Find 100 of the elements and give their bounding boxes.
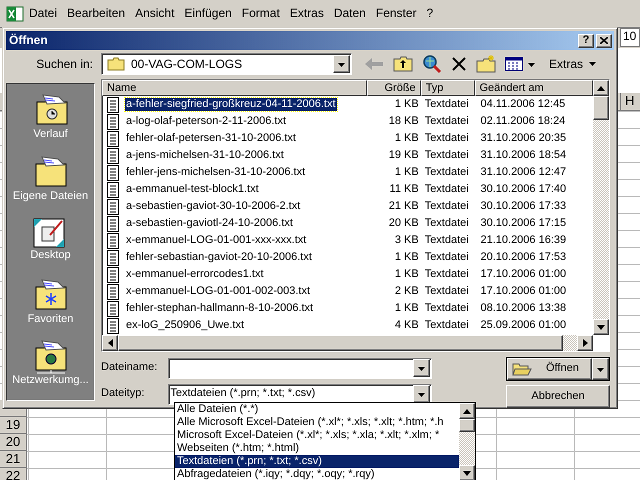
look-in-dropdown[interactable]: 00-VAG-COM-LOGS <box>101 53 352 75</box>
open-button[interactable]: Öffnen <box>507 358 592 380</box>
file-size: 18 KB <box>388 114 420 128</box>
filetype-dropdown[interactable]: Textdateien (*.prn; *.txt; *.csv) <box>168 384 432 404</box>
place-button[interactable]: Eigene Dateien <box>12 154 88 216</box>
folder-icon <box>107 57 125 71</box>
file-size: 11 KB <box>388 182 420 196</box>
down-arrow-icon <box>597 324 605 330</box>
file-type: Textdatei <box>424 148 470 162</box>
filetype-option[interactable]: Alle Dateien (*.*) <box>175 403 459 416</box>
file-type: Textdatei <box>424 98 470 112</box>
menu-item[interactable]: Format <box>236 4 285 23</box>
file-row[interactable]: ex-loG_250906_Uwe.txt 4 KB Textdatei 25.09.2006 01:00 <box>102 317 593 334</box>
file-size: 1 KB <box>394 132 420 146</box>
filetype-option[interactable]: Textdateien (*.prn; *.txt; *.csv) <box>175 455 459 468</box>
column-header[interactable]: Typ <box>420 80 474 96</box>
filename-field[interactable] <box>168 358 432 378</box>
scroll-right-button[interactable] <box>577 335 593 351</box>
web-search-icon[interactable] <box>422 54 442 74</box>
file-row[interactable]: fehler-olaf-petersen-31-10-2006.txt 1 KB Textdatei 31.10.2006 20:35 <box>102 130 593 147</box>
look-in-label: Suchen in: <box>35 56 94 72</box>
file-row[interactable]: x-emmanuel-errorcodes1.txt 1 KB Textdatei 17.10.2006 01:00 <box>102 266 593 283</box>
down-arrow-icon <box>463 470 471 476</box>
delete-icon[interactable] <box>451 56 467 72</box>
file-row[interactable]: a-jens-michelsen-31-10-2006.txt 19 KB Textdatei 31.10.2006 18:54 <box>102 147 593 164</box>
scrollbar-thumb[interactable] <box>459 419 475 432</box>
text-file-icon <box>106 318 120 334</box>
file-name: a-emmanuel-test-block1.txt <box>125 182 260 196</box>
menu-item[interactable]: Datei <box>24 4 62 23</box>
views-button[interactable] <box>505 57 536 71</box>
scroll-down-button[interactable] <box>593 319 609 335</box>
file-row[interactable]: a-sebastien-gaviot-30-10-2006-2.txt 21 KB Textdatei 30.10.2006 17:33 <box>102 198 593 215</box>
filetype-option[interactable]: Microsoft Excel-Dateien (*.xl*; *.xls; *.xla; *.xlt; *.xlm; * <box>175 429 459 442</box>
filetype-option[interactable]: Webseiten (*.htm; *.html) <box>175 442 459 455</box>
font-size-field[interactable]: 10 <box>620 28 640 47</box>
place-button[interactable]: Favoriten <box>28 276 74 338</box>
row-header[interactable]: 22 <box>0 468 27 480</box>
menu-item[interactable]: Bearbeiten <box>62 4 130 23</box>
caret-icon <box>337 60 346 68</box>
new-folder-icon[interactable] <box>476 55 496 73</box>
help-button[interactable]: ? <box>578 34 594 48</box>
cancel-button[interactable]: Abbrechen <box>506 385 610 408</box>
file-name: x-emmanuel-LOG-01-001-xxx-xxx.txt <box>125 234 308 248</box>
menu-item[interactable]: Ansicht <box>130 4 180 23</box>
row-header[interactable]: 19 <box>0 417 27 434</box>
file-name: fehler-olaf-petersen-31-10-2006.txt <box>125 132 297 146</box>
scrollbar-track[interactable] <box>563 335 577 351</box>
file-size: 1 KB <box>394 302 420 316</box>
column-header[interactable]: Geändert am <box>474 80 593 96</box>
file-row[interactable]: fehler-stephan-hallmann-8-10-2006.txt 1 KB Textdatei 08.10.2006 13:38 <box>102 300 593 317</box>
scrollbar-thumb[interactable] <box>593 96 609 120</box>
spreadsheet-icon[interactable] <box>6 4 24 22</box>
scroll-up-button[interactable] <box>593 80 609 96</box>
filetype-option[interactable]: Abfragedateien (*.iqy; *.dqy; *.oqy; *.rqy) <box>175 468 459 480</box>
file-row[interactable]: a-fehler-siegfried-großkreuz-04-11-2006.txt 1 KB Textdatei 04.11.2006 12:45 <box>102 96 593 113</box>
file-date: 04.11.2006 12:45 <box>479 98 566 112</box>
place-button[interactable]: Desktop <box>30 215 71 277</box>
scroll-up-button[interactable] <box>459 403 475 419</box>
file-row[interactable]: a-emmanuel-test-block1.txt 11 KB Textdatei 30.10.2006 17:40 <box>102 181 593 198</box>
menu-item[interactable]: Einfügen <box>179 4 237 23</box>
place-button[interactable]: Netzwerkumg... <box>12 338 89 400</box>
place-button[interactable]: Verlauf <box>32 92 68 154</box>
row-header[interactable]: 21 <box>0 451 27 468</box>
open-folder-icon <box>512 362 532 376</box>
column-header[interactable]: Größe <box>366 80 421 96</box>
file-row[interactable]: fehler-sebastian-gaviot-20-10-2006.txt 1 KB Textdatei 20.10.2006 17:53 <box>102 249 593 266</box>
column-header[interactable]: Name <box>102 80 367 96</box>
menu-item[interactable]: Daten <box>328 4 371 23</box>
file-row[interactable]: x-emmanuel-LOG-01-001-xxx-xxx.txt 3 KB Textdatei 21.10.2006 16:39 <box>102 232 593 249</box>
scroll-left-button[interactable] <box>102 335 118 351</box>
folder-up-icon[interactable] <box>393 56 413 72</box>
caret-icon <box>417 390 426 398</box>
menu-item[interactable]: Fenster <box>370 4 422 23</box>
file-row[interactable]: x-emmanuel-LOG-01-001-002-003.txt 2 KB Textdatei 17.10.2006 01:00 <box>102 283 593 300</box>
up-arrow-icon <box>463 408 471 414</box>
dropdown-button[interactable] <box>413 359 430 377</box>
file-row[interactable]: a-log-olaf-peterson-2-11-2006.txt 18 KB Textdatei 02.11.2006 18:24 <box>102 113 593 130</box>
view-grid-icon <box>505 57 523 71</box>
scrollbar-thumb[interactable] <box>118 335 563 351</box>
file-size: 2 KB <box>394 284 420 298</box>
file-type: Textdatei <box>424 302 470 316</box>
text-file-icon <box>106 182 120 198</box>
close-button[interactable] <box>596 34 612 48</box>
text-file-icon <box>106 250 120 266</box>
file-row[interactable]: a-sebastien-gaviotl-24-10-2006.txt 20 KB Textdatei 30.10.2006 17:15 <box>102 215 593 232</box>
menu-item[interactable]: Extras <box>284 4 329 23</box>
file-row[interactable]: fehler-jens-michelsen-31-10-2006.txt 1 KB Textdatei 31.10.2006 12:47 <box>102 164 593 181</box>
filetype-option[interactable]: Alle Microsoft Excel-Dateien (*.xl*; *.xls; *.xlt; *.htm; *.h <box>175 416 459 429</box>
text-file-icon <box>106 232 120 248</box>
file-date: 17.10.2006 01:00 <box>479 268 568 282</box>
column-header[interactable]: H <box>620 93 640 110</box>
text-file-icon <box>106 198 120 214</box>
right-arrow-icon <box>582 339 588 347</box>
dropdown-button[interactable] <box>592 358 609 380</box>
row-header[interactable]: 20 <box>0 434 27 451</box>
scroll-down-button[interactable] <box>459 465 475 480</box>
file-name: a-sebastien-gaviotl-24-10-2006.txt <box>125 216 294 230</box>
extras-menu[interactable]: Extras <box>545 56 602 72</box>
caret-icon <box>588 60 598 68</box>
menu-item[interactable]: ? <box>422 4 438 23</box>
